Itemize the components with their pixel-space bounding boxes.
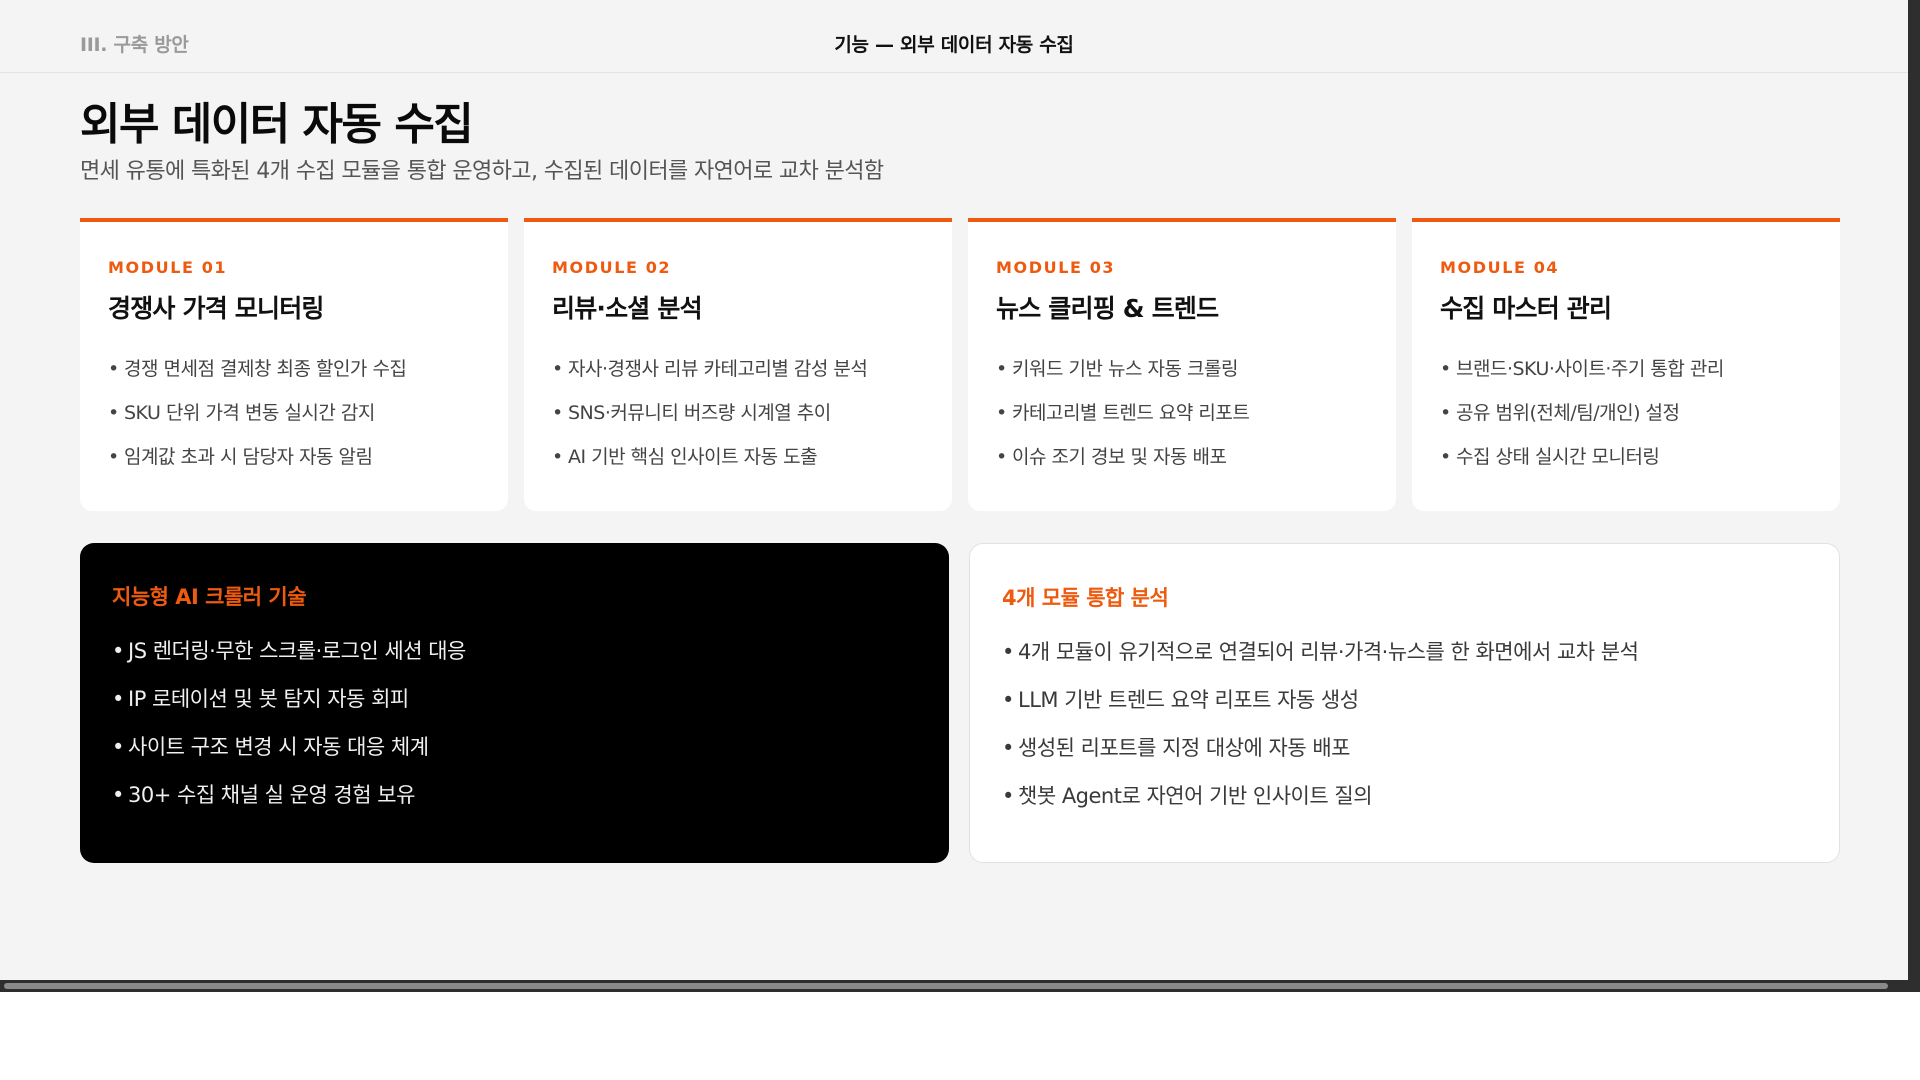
module-feature-list: • 경쟁 면세점 결제창 최종 할인가 수집 • SKU 단위 가격 변동 실시간 … bbox=[108, 347, 480, 479]
bullet-icon: • bbox=[108, 446, 119, 468]
module-feature-list: • 키워드 기반 뉴스 자동 크롤링 • 카테고리별 트렌드 요약 리포트 • 이슈 … bbox=[996, 347, 1368, 479]
list-item: • SKU 단위 가격 변동 실시간 감지 bbox=[108, 391, 480, 435]
horizontal-scrollbar-thumb[interactable] bbox=[4, 983, 1888, 989]
slide-header: III. 구축 방안 기능 — 외부 데이터 자동 수집 bbox=[0, 0, 1908, 73]
list-item-text: SNS·커뮤니티 버즈량 시계열 추이 bbox=[568, 402, 831, 424]
bullet-icon: • bbox=[1002, 640, 1014, 664]
list-item: • 생성된 리포트를 지정 대상에 자동 배포 bbox=[1002, 724, 1807, 772]
list-item-text: 30+ 수집 채널 실 운영 경험 보유 bbox=[128, 783, 415, 807]
module-title: 뉴스 클리핑 & 트렌드 bbox=[996, 294, 1219, 323]
slide-viewport: III. 구축 방안 기능 — 외부 데이터 자동 수집 외부 데이터 자동 수… bbox=[0, 0, 1908, 980]
list-item-text: 이슈 조기 경보 및 자동 배포 bbox=[1012, 446, 1227, 468]
bullet-icon: • bbox=[1002, 688, 1014, 712]
module-feature-list: • 자사·경쟁사 리뷰 카테고리별 감성 분석 • SNS·커뮤니티 버즈량 시계열… bbox=[552, 347, 924, 479]
bullet-icon: • bbox=[112, 639, 124, 663]
list-item: • 임계값 초과 시 담당자 자동 알림 bbox=[108, 435, 480, 479]
list-item-text: 4개 모듈이 유기적으로 연결되어 리뷰·가격·뉴스를 한 화면에서 교차 분석 bbox=[1018, 640, 1639, 664]
module-tag: MODULE 03 bbox=[996, 258, 1116, 277]
list-item-text: 키워드 기반 뉴스 자동 크롤링 bbox=[1012, 358, 1238, 380]
bullet-icon: • bbox=[996, 402, 1007, 424]
list-item: • 수집 상태 실시간 모니터링 bbox=[1440, 435, 1812, 479]
crawler-tech-panel: 지능형 AI 크롤러 기술 • JS 렌더링·무한 스크롤·로그인 세션 대응 •… bbox=[80, 543, 949, 863]
bullet-icon: • bbox=[1440, 402, 1451, 424]
bullet-icon: • bbox=[1440, 358, 1451, 380]
list-item: • 사이트 구조 변경 시 자동 대응 체계 bbox=[112, 723, 917, 771]
list-item-text: 경쟁 면세점 결제창 최종 할인가 수집 bbox=[124, 358, 407, 380]
page-title: 외부 데이터 자동 수집 bbox=[80, 99, 474, 150]
list-item: • IP 로테이션 및 봇 탐지 자동 회피 bbox=[112, 675, 917, 723]
list-item: • 공유 범위(전체/팀/개인) 설정 bbox=[1440, 391, 1812, 435]
bullet-icon: • bbox=[1440, 446, 1451, 468]
bullet-icon: • bbox=[112, 735, 124, 759]
panel-title: 4개 모듈 통합 분석 bbox=[1002, 586, 1169, 610]
bullet-icon: • bbox=[996, 446, 1007, 468]
list-item: • 키워드 기반 뉴스 자동 크롤링 bbox=[996, 347, 1368, 391]
panel-feature-list: • 4개 모듈이 유기적으로 연결되어 리뷰·가격·뉴스를 한 화면에서 교차 분… bbox=[1002, 628, 1807, 820]
module-title: 수집 마스터 관리 bbox=[1440, 294, 1612, 323]
module-card-01: MODULE 01 경쟁사 가격 모니터링 • 경쟁 면세점 결제창 최종 할인가… bbox=[80, 218, 508, 511]
module-tag: MODULE 01 bbox=[108, 258, 228, 277]
list-item: • 30+ 수집 채널 실 운영 경험 보유 bbox=[112, 771, 917, 819]
list-item: • 경쟁 면세점 결제창 최종 할인가 수집 bbox=[108, 347, 480, 391]
list-item-text: IP 로테이션 및 봇 탐지 자동 회피 bbox=[128, 687, 409, 711]
list-item-text: 사이트 구조 변경 시 자동 대응 체계 bbox=[128, 735, 429, 759]
horizontal-scrollbar[interactable] bbox=[0, 980, 1920, 992]
bullet-icon: • bbox=[1002, 784, 1014, 808]
header-title: 기능 — 외부 데이터 자동 수집 bbox=[834, 34, 1074, 56]
bullet-icon: • bbox=[552, 446, 563, 468]
integration-panel: 4개 모듈 통합 분석 • 4개 모듈이 유기적으로 연결되어 리뷰·가격·뉴스를… bbox=[969, 543, 1840, 863]
module-tag: MODULE 02 bbox=[552, 258, 672, 277]
list-item-text: 자사·경쟁사 리뷰 카테고리별 감성 분석 bbox=[568, 358, 868, 380]
module-title: 리뷰·소셜 분석 bbox=[552, 294, 703, 323]
module-card-04: MODULE 04 수집 마스터 관리 • 브랜드·SKU·사이트·주기 통합 관… bbox=[1412, 218, 1840, 511]
list-item: • 카테고리별 트렌드 요약 리포트 bbox=[996, 391, 1368, 435]
list-item: • 자사·경쟁사 리뷰 카테고리별 감성 분석 bbox=[552, 347, 924, 391]
list-item-text: AI 기반 핵심 인사이트 자동 도출 bbox=[568, 446, 818, 468]
panel-title: 지능형 AI 크롤러 기술 bbox=[112, 585, 307, 609]
bullet-icon: • bbox=[1002, 736, 1014, 760]
list-item-text: LLM 기반 트렌드 요약 리포트 자동 생성 bbox=[1018, 688, 1359, 712]
bullet-icon: • bbox=[108, 358, 119, 380]
list-item-text: 공유 범위(전체/팀/개인) 설정 bbox=[1456, 402, 1680, 424]
panel-feature-list: • JS 렌더링·무한 스크롤·로그인 세션 대응 • IP 로테이션 및 봇 탐지… bbox=[112, 627, 917, 819]
module-feature-list: • 브랜드·SKU·사이트·주기 통합 관리 • 공유 범위(전체/팀/개인) 설정… bbox=[1440, 347, 1812, 479]
module-card-02: MODULE 02 리뷰·소셜 분석 • 자사·경쟁사 리뷰 카테고리별 감성 분… bbox=[524, 218, 952, 511]
list-item-text: 브랜드·SKU·사이트·주기 통합 관리 bbox=[1456, 358, 1724, 380]
list-item: • JS 렌더링·무한 스크롤·로그인 세션 대응 bbox=[112, 627, 917, 675]
list-item: • 이슈 조기 경보 및 자동 배포 bbox=[996, 435, 1368, 479]
bullet-icon: • bbox=[112, 783, 124, 807]
module-card-03: MODULE 03 뉴스 클리핑 & 트렌드 • 키워드 기반 뉴스 자동 크롤링… bbox=[968, 218, 1396, 511]
list-item-text: 챗봇 Agent로 자연어 기반 인사이트 질의 bbox=[1018, 784, 1373, 808]
list-item: • LLM 기반 트렌드 요약 리포트 자동 생성 bbox=[1002, 676, 1807, 724]
bullet-icon: • bbox=[112, 687, 124, 711]
list-item-text: SKU 단위 가격 변동 실시간 감지 bbox=[124, 402, 375, 424]
list-item: • 챗봇 Agent로 자연어 기반 인사이트 질의 bbox=[1002, 772, 1807, 820]
module-tag: MODULE 04 bbox=[1440, 258, 1560, 277]
list-item: • 4개 모듈이 유기적으로 연결되어 리뷰·가격·뉴스를 한 화면에서 교차 분… bbox=[1002, 628, 1807, 676]
module-cards: MODULE 01 경쟁사 가격 모니터링 • 경쟁 면세점 결제창 최종 할인가… bbox=[80, 218, 1840, 511]
list-item: • 브랜드·SKU·사이트·주기 통합 관리 bbox=[1440, 347, 1812, 391]
list-item: • SNS·커뮤니티 버즈량 시계열 추이 bbox=[552, 391, 924, 435]
list-item-text: 임계값 초과 시 담당자 자동 알림 bbox=[124, 446, 373, 468]
bullet-icon: • bbox=[108, 402, 119, 424]
module-title: 경쟁사 가격 모니터링 bbox=[108, 294, 324, 323]
bullet-icon: • bbox=[552, 402, 563, 424]
page-subtitle: 면세 유통에 특화된 4개 수집 모듈을 통합 운영하고, 수집된 데이터를 자… bbox=[80, 159, 884, 184]
vertical-scrollbar[interactable] bbox=[1908, 0, 1920, 992]
list-item-text: 생성된 리포트를 지정 대상에 자동 배포 bbox=[1018, 736, 1351, 760]
list-item-text: JS 렌더링·무한 스크롤·로그인 세션 대응 bbox=[128, 639, 466, 663]
list-item: • AI 기반 핵심 인사이트 자동 도출 bbox=[552, 435, 924, 479]
bullet-icon: • bbox=[552, 358, 563, 380]
bullet-icon: • bbox=[996, 358, 1007, 380]
list-item-text: 카테고리별 트렌드 요약 리포트 bbox=[1012, 402, 1250, 424]
list-item-text: 수집 상태 실시간 모니터링 bbox=[1456, 446, 1660, 468]
